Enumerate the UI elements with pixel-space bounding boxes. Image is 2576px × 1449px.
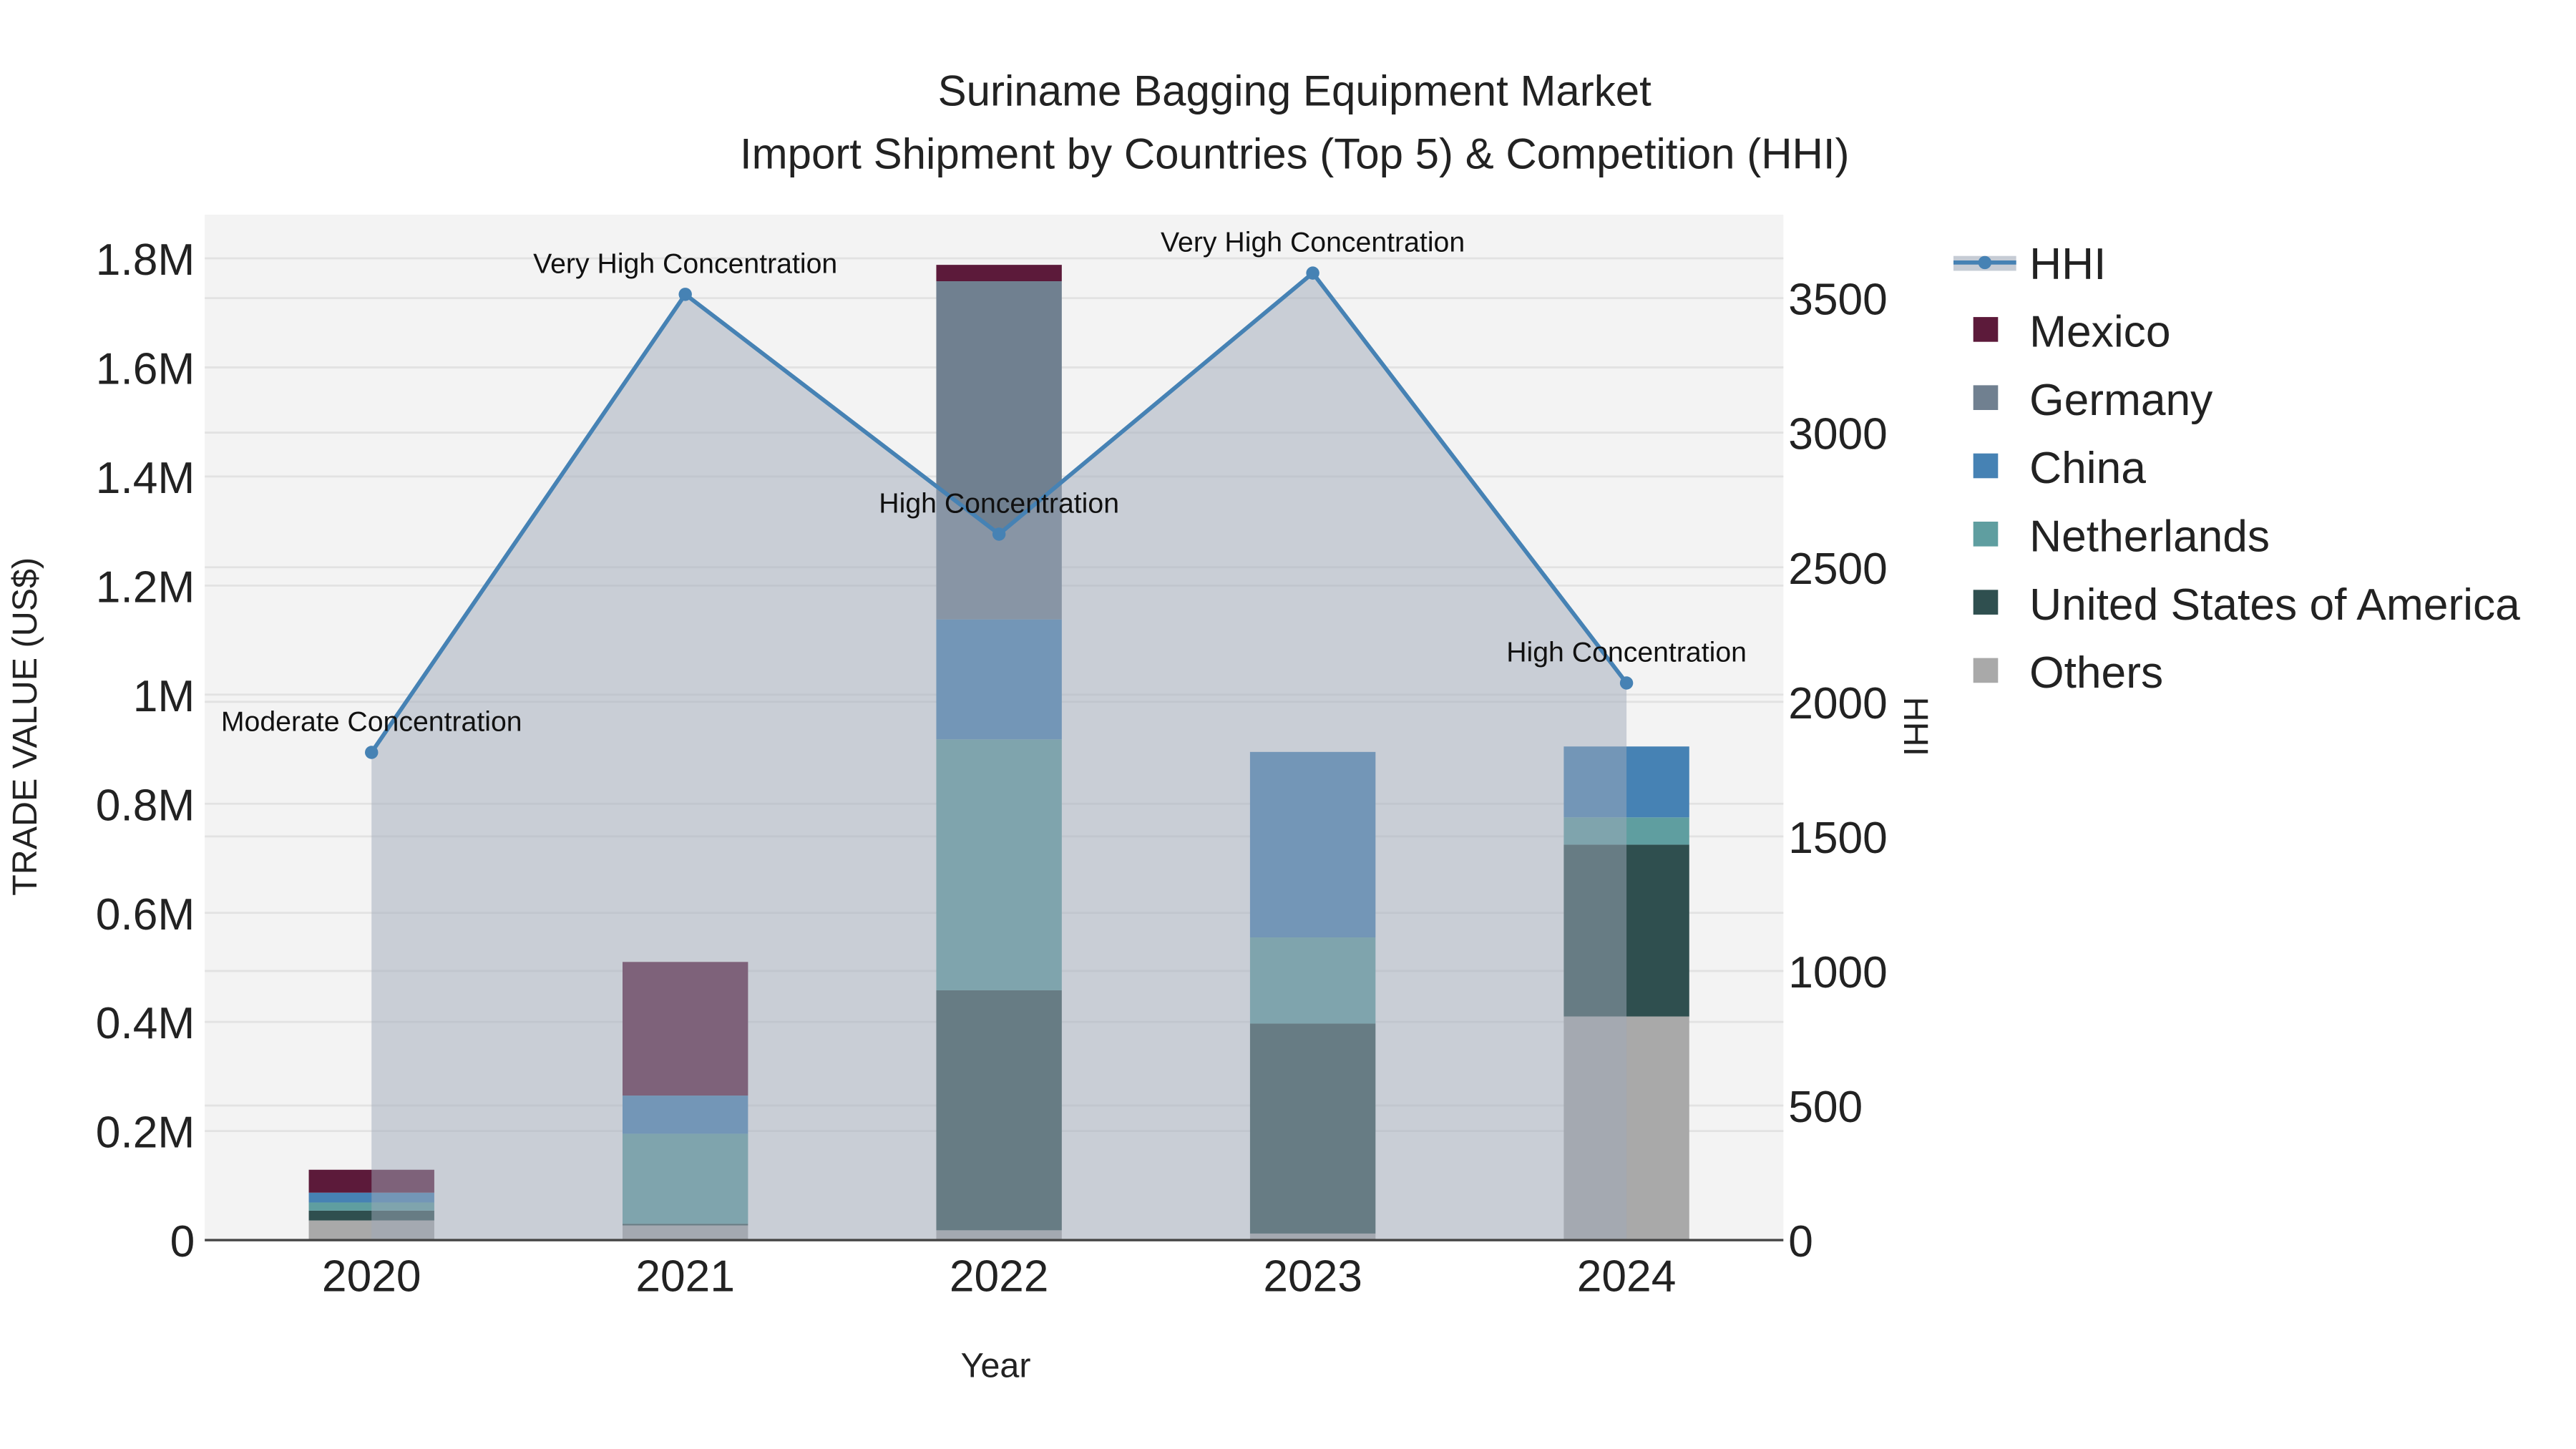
legend-swatch-united-states-of-america bbox=[1973, 590, 1999, 615]
bar-mexico-2022 bbox=[936, 265, 1062, 281]
x-tick-label: 2022 bbox=[950, 1252, 1049, 1302]
x-tick-label: 2021 bbox=[635, 1252, 735, 1302]
y-tick-label: 0 bbox=[170, 1217, 195, 1267]
y-axis-title: TRADE VALUE (US$) bbox=[6, 557, 44, 896]
chart-subtitle: Import Shipment by Countries (Top 5) & C… bbox=[740, 130, 1850, 177]
legend-label-germany: Germany bbox=[2029, 376, 2213, 425]
legend: HHI Mexico Germany China Netherlands United S… bbox=[1953, 240, 2520, 698]
legend-swatch-netherlands bbox=[1973, 522, 1999, 547]
legend-swatch-hhi-marker bbox=[1978, 255, 1992, 270]
legend-label-others: Others bbox=[2029, 648, 2163, 698]
legend-swatch-germany bbox=[1973, 385, 1999, 410]
chart: Moderate Concentration Very High Concentr… bbox=[6, 67, 2520, 1385]
hhi-point-2020 bbox=[365, 746, 379, 759]
y-tick-label: 1.2M bbox=[96, 562, 195, 612]
legend-label-netherlands: Netherlands bbox=[2029, 512, 2270, 562]
y-tick-label: 0.4M bbox=[96, 999, 195, 1048]
x-tick-label: 2024 bbox=[1577, 1252, 1677, 1302]
y-tick-label: 1M bbox=[133, 672, 195, 721]
y2-tick-label: 1000 bbox=[1788, 948, 1888, 997]
y2-tick-label: 2500 bbox=[1788, 545, 1888, 594]
x-axis-title: Year bbox=[961, 1347, 1031, 1385]
chart-title: Suriname Bagging Equipment Market bbox=[938, 67, 1652, 115]
hhi-annotation: Very High Concentration bbox=[1161, 227, 1465, 258]
y2-tick-label: 1500 bbox=[1788, 814, 1888, 863]
y-tick-label: 1.4M bbox=[96, 454, 195, 503]
y-tick-label: 0.8M bbox=[96, 781, 195, 830]
y2-tick-label: 2000 bbox=[1788, 679, 1888, 728]
legend-label-united-states-of-america: United States of America bbox=[2029, 580, 2520, 630]
hhi-point-2021 bbox=[678, 288, 692, 301]
hhi-annotation: Very High Concentration bbox=[533, 248, 837, 279]
hhi-annotation: Moderate Concentration bbox=[221, 706, 522, 738]
y2-tick-label: 3000 bbox=[1788, 410, 1888, 459]
legend-swatch-others bbox=[1973, 658, 1999, 683]
hhi-annotation: High Concentration bbox=[879, 487, 1119, 519]
y2-tick-label: 500 bbox=[1788, 1083, 1863, 1132]
legend-swatch-mexico bbox=[1973, 317, 1999, 342]
y2-tick-label: 0 bbox=[1788, 1217, 1813, 1267]
legend-label-hhi: HHI bbox=[2029, 240, 2106, 289]
hhi-point-2024 bbox=[1619, 676, 1634, 690]
y-tick-label: 0.2M bbox=[96, 1108, 195, 1158]
legend-label-mexico: Mexico bbox=[2029, 308, 2170, 357]
y-tick-label: 1.8M bbox=[96, 235, 195, 285]
legend-label-china: China bbox=[2029, 444, 2146, 493]
x-tick-label: 2023 bbox=[1263, 1252, 1362, 1302]
hhi-point-2022 bbox=[992, 527, 1006, 541]
y2-axis-title: HHI bbox=[1896, 697, 1935, 756]
hhi-annotation: High Concentration bbox=[1506, 636, 1747, 668]
y2-tick-label: 3500 bbox=[1788, 275, 1888, 325]
hhi-point-2023 bbox=[1306, 266, 1319, 280]
x-tick-label: 2020 bbox=[322, 1252, 421, 1302]
legend-swatch-china bbox=[1973, 453, 1999, 479]
y-tick-label: 1.6M bbox=[96, 345, 195, 394]
y-tick-label: 0.6M bbox=[96, 890, 195, 940]
